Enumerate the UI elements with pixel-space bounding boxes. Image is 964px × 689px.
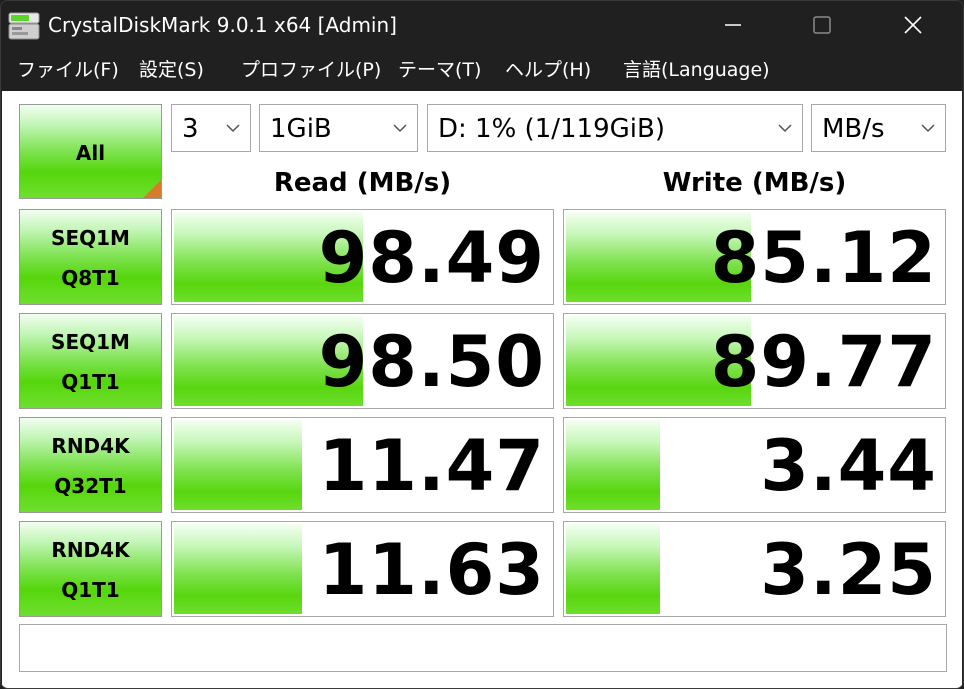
chevron-down-icon	[393, 124, 407, 133]
unit-select[interactable]: MB/s	[811, 104, 946, 152]
test-name-line2: Q1T1	[61, 578, 120, 602]
menu-bar: ファイル(F) 設定(S) プロファイル(P) テーマ(T) ヘルプ(H) 言語…	[1, 49, 963, 91]
maximize-icon	[813, 16, 831, 34]
write-result-rnd4k-q1t1: 3.25	[563, 521, 946, 617]
read-value: 98.49	[318, 217, 545, 299]
test-name-line1: RND4K	[51, 434, 130, 458]
menu-file[interactable]: ファイル(F)	[17, 57, 119, 83]
menu-settings[interactable]: 設定(S)	[139, 57, 204, 83]
read-progress-bar	[174, 420, 302, 510]
drive-select[interactable]: D: 1% (1/119GiB)	[427, 104, 803, 152]
write-result-rnd4k-q32t1: 3.44	[563, 417, 946, 513]
write-value: 3.25	[760, 529, 937, 611]
corner-indicator	[143, 180, 161, 198]
menu-help[interactable]: ヘルプ(H)	[505, 57, 591, 83]
read-result-rnd4k-q32t1: 11.47	[171, 417, 554, 513]
read-value: 11.63	[318, 529, 545, 611]
test-size-value: 1GiB	[270, 114, 332, 144]
crystaldiskmark-app-icon	[7, 11, 41, 41]
comment-input[interactable]	[19, 624, 947, 672]
minimize-button[interactable]	[687, 1, 779, 49]
all-tests-button[interactable]: All	[19, 104, 162, 199]
read-progress-bar	[174, 524, 302, 614]
write-progress-bar	[566, 524, 660, 614]
chevron-down-icon	[226, 124, 240, 133]
close-icon	[904, 16, 922, 34]
write-value: 85.12	[710, 217, 937, 299]
menu-language[interactable]: 言語(Language)	[623, 57, 770, 83]
read-result-seq1m-q8t1: 98.49	[171, 209, 554, 305]
chevron-down-icon	[778, 124, 792, 133]
drive-value: D: 1% (1/119GiB)	[438, 114, 665, 144]
test-name-line1: SEQ1M	[51, 330, 130, 354]
write-column-header: Write (MB/s)	[662, 168, 847, 198]
write-result-seq1m-q8t1: 85.12	[563, 209, 946, 305]
test-button-seq1m-q1t1[interactable]: SEQ1M Q1T1	[19, 313, 162, 409]
write-value: 3.44	[760, 425, 937, 507]
test-name-line1: RND4K	[51, 538, 130, 562]
minimize-icon	[725, 24, 741, 26]
main-panel: All 3 1GiB D: 1% (1/119GiB) MB/s Read (M…	[2, 91, 962, 688]
all-button-label: All	[75, 141, 106, 165]
test-button-rnd4k-q32t1[interactable]: RND4K Q32T1	[19, 417, 162, 513]
read-result-rnd4k-q1t1: 11.63	[171, 521, 554, 617]
menu-profile[interactable]: プロファイル(P)	[241, 57, 381, 83]
test-count-value: 3	[182, 114, 199, 144]
test-name-line2: Q1T1	[61, 370, 120, 394]
read-value: 98.50	[318, 321, 545, 403]
write-value: 89.77	[710, 321, 937, 403]
unit-value: MB/s	[822, 114, 885, 144]
title-bar[interactable]: CrystalDiskMark 9.0.1 x64 [Admin]	[1, 1, 963, 49]
window-title: CrystalDiskMark 9.0.1 x64 [Admin]	[48, 13, 397, 37]
app-window: CrystalDiskMark 9.0.1 x64 [Admin] ファイル(F…	[0, 0, 964, 689]
write-progress-bar	[566, 420, 660, 510]
test-button-seq1m-q8t1[interactable]: SEQ1M Q8T1	[19, 209, 162, 305]
test-size-select[interactable]: 1GiB	[259, 104, 418, 152]
menu-theme[interactable]: テーマ(T)	[398, 57, 481, 83]
test-button-rnd4k-q1t1[interactable]: RND4K Q1T1	[19, 521, 162, 617]
read-result-seq1m-q1t1: 98.50	[171, 313, 554, 409]
read-value: 11.47	[318, 425, 545, 507]
maximize-button[interactable]	[776, 1, 868, 49]
test-count-select[interactable]: 3	[171, 104, 251, 152]
test-name-line1: SEQ1M	[51, 226, 130, 250]
test-name-line2: Q32T1	[54, 474, 127, 498]
read-column-header: Read (MB/s)	[273, 168, 452, 198]
test-name-line2: Q8T1	[61, 266, 120, 290]
chevron-down-icon	[921, 124, 935, 133]
close-button[interactable]	[867, 1, 959, 49]
write-result-seq1m-q1t1: 89.77	[563, 313, 946, 409]
